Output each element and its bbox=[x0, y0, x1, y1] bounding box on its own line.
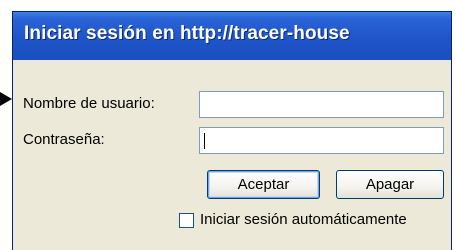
title-bar[interactable]: Iniciar sesión en http://tracer-house bbox=[13, 12, 451, 60]
auto-login-label[interactable]: Iniciar sesión automáticamente bbox=[200, 211, 407, 228]
password-input[interactable] bbox=[199, 127, 444, 154]
accept-button[interactable]: Aceptar bbox=[207, 170, 320, 199]
text-caret bbox=[204, 133, 205, 149]
shutdown-button[interactable]: Apagar bbox=[336, 170, 444, 199]
auto-login-checkbox[interactable] bbox=[179, 213, 194, 228]
password-label: Contraseña: bbox=[23, 131, 105, 148]
screen: Iniciar sesión en http://tracer-house No… bbox=[0, 0, 456, 250]
login-dialog: Iniciar sesión en http://tracer-house No… bbox=[12, 11, 452, 250]
username-input[interactable] bbox=[199, 91, 444, 118]
dialog-title: Iniciar sesión en http://tracer-house bbox=[24, 23, 350, 44]
username-label: Nombre de usuario: bbox=[23, 95, 155, 112]
pointer-arrow-icon bbox=[0, 92, 12, 106]
